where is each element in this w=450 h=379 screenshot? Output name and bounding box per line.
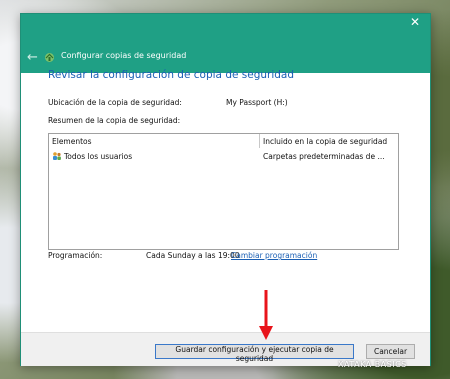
page-heading: Revisar la configuración de copia de seg… [48,69,295,81]
change-schedule-link[interactable]: Cambiar programación [231,251,317,260]
schedule-label: Programación: [48,251,103,260]
summary-label: Resumen de la copia de seguridad: [48,116,181,125]
title-bar: ✕ [21,14,430,44]
back-arrow-icon[interactable]: ← [27,50,38,65]
watermark: XATAKA BASICS [338,360,407,369]
table-row-item[interactable]: Todos los usuarios [64,152,132,161]
save-and-run-button[interactable]: Guardar configuración y ejecutar copia d… [155,344,354,363]
location-value: My Passport (H:) [226,98,288,107]
column-divider [259,134,260,148]
location-label: Ubicación de la copia de seguridad: [48,98,182,107]
cancel-button[interactable]: Cancelar [366,344,415,359]
close-icon[interactable]: ✕ [410,15,420,29]
window-title: Configurar copias de seguridad [61,51,187,60]
red-arrow-icon [259,290,273,340]
column-header-items[interactable]: Elementos [52,137,92,146]
users-icon [53,152,61,160]
column-header-included[interactable]: Incluido en la copia de seguridad [263,137,387,146]
table-row-included[interactable]: Carpetas predeterminadas de ... [263,152,385,161]
backup-summary-table: Elementos Incluido en la copia de seguri… [48,133,399,250]
schedule-value: Cada Sunday a las 19:00 [146,251,240,260]
backup-config-dialog: ✕ ← Configurar copias de seguridad Revis… [20,13,431,366]
backup-app-icon [45,53,54,62]
